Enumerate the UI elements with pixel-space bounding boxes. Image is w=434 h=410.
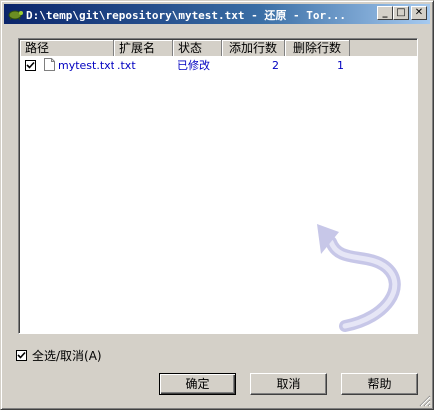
help-button[interactable]: 帮助 xyxy=(341,373,418,395)
select-all-box[interactable] xyxy=(16,350,27,361)
select-all-label: 全选/取消(A) xyxy=(32,349,102,363)
minimize-icon: _ xyxy=(382,7,388,18)
column-header-extension[interactable]: 扩展名 xyxy=(114,40,173,56)
column-header-added-lines[interactable]: 添加行数 xyxy=(222,40,285,56)
checkmark-icon xyxy=(26,61,35,69)
window-title: D:\temp\git\repository\mytest.txt - 还原 -… xyxy=(26,9,347,22)
tortoise-icon xyxy=(8,10,23,21)
row-status: 已修改 xyxy=(177,59,210,72)
maximize-icon: □ xyxy=(396,7,406,18)
revert-dialog: D:\temp\git\repository\mytest.txt - 还原 -… xyxy=(0,0,434,410)
text-file-icon xyxy=(43,58,55,71)
ok-button[interactable]: 确定 xyxy=(159,373,236,395)
minimize-button[interactable]: _ xyxy=(377,6,393,20)
close-icon: ✕ xyxy=(414,7,424,18)
list-header: 路径 扩展名 状态 添加行数 删除行数 xyxy=(20,40,417,56)
file-list[interactable]: 路径 扩展名 状态 添加行数 删除行数 mytest.txt .txt 已修改 … xyxy=(18,38,418,334)
table-row[interactable]: mytest.txt .txt 已修改 2 1 xyxy=(20,58,417,73)
row-path: mytest.txt xyxy=(58,59,114,72)
row-extension: .txt xyxy=(117,59,136,72)
cancel-button[interactable]: 取消 xyxy=(250,373,327,395)
title-bar[interactable]: D:\temp\git\repository\mytest.txt - 还原 -… xyxy=(4,4,430,24)
revert-arrow-watermark-icon xyxy=(317,224,401,332)
row-deleted-lines: 1 xyxy=(337,59,344,72)
row-added-lines: 2 xyxy=(272,59,279,72)
column-header-status[interactable]: 状态 xyxy=(173,40,222,56)
row-checkbox[interactable] xyxy=(25,60,36,71)
maximize-button[interactable]: □ xyxy=(393,6,409,20)
column-header-deleted-lines[interactable]: 删除行数 xyxy=(285,40,350,56)
close-button[interactable]: ✕ xyxy=(411,6,427,20)
select-all-checkbox[interactable]: 全选/取消(A) xyxy=(16,347,102,364)
column-header-path[interactable]: 路径 xyxy=(20,40,114,56)
checkmark-icon xyxy=(17,351,26,359)
resize-grip-icon[interactable] xyxy=(419,395,431,407)
